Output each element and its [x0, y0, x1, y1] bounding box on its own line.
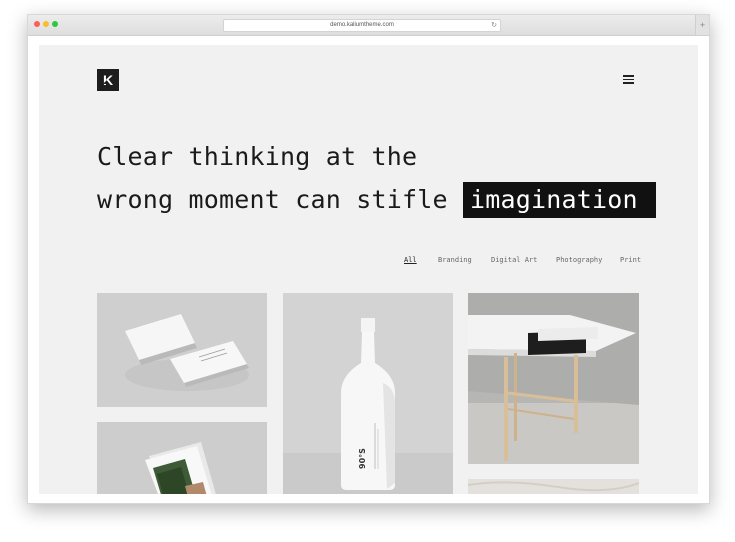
new-tab-button[interactable]: + — [695, 15, 709, 35]
hero-headline: Clear thinking at the wrong moment can s… — [97, 135, 656, 221]
portfolio-item-table[interactable] — [468, 293, 639, 464]
marble-image — [468, 479, 639, 494]
bottle-label: 90°S — [358, 448, 367, 469]
headline-highlight: imagination — [463, 182, 656, 218]
headline-line-2-text: wrong moment can stifle — [97, 185, 448, 214]
address-bar[interactable]: demo.kaliumtheme.com ↻ — [223, 19, 501, 32]
filter-print[interactable]: Print — [620, 256, 641, 264]
portfolio-item-bottle[interactable]: 90°S — [283, 293, 453, 494]
site-logo[interactable]: K — [97, 69, 119, 91]
filter-digital-art[interactable]: Digital Art — [491, 256, 537, 264]
viewport: K Clear thinking at the wrong moment can… — [28, 36, 709, 503]
headline-line-2: wrong moment can stifle imagination — [97, 178, 656, 221]
browser-window: demo.kaliumtheme.com ↻ + K Clear thinkin… — [27, 14, 710, 504]
portfolio-item-business-cards[interactable] — [97, 293, 267, 407]
logo-letter: K — [103, 72, 113, 88]
url-text: demo.kaliumtheme.com — [330, 22, 394, 28]
portfolio-item-postcards[interactable] — [97, 422, 267, 494]
business-cards-image — [97, 293, 267, 407]
k-logo-icon: K — [103, 72, 113, 88]
filter-all[interactable]: All — [404, 256, 417, 264]
filter-branding[interactable]: Branding — [438, 256, 472, 264]
table-image — [468, 293, 639, 464]
reload-icon[interactable]: ↻ — [491, 20, 497, 31]
hamburger-menu-icon[interactable] — [623, 75, 634, 84]
maximize-window-button[interactable] — [52, 21, 58, 27]
postcards-image — [97, 422, 267, 494]
filter-photography[interactable]: Photography — [556, 256, 602, 264]
minimize-window-button[interactable] — [43, 21, 49, 27]
browser-toolbar: demo.kaliumtheme.com ↻ + — [28, 15, 709, 36]
page: K Clear thinking at the wrong moment can… — [39, 45, 698, 494]
portfolio-item-marble[interactable] — [468, 479, 639, 494]
bottle-image: 90°S — [283, 293, 453, 494]
headline-line-1: Clear thinking at the — [97, 142, 418, 171]
close-window-button[interactable] — [34, 21, 40, 27]
